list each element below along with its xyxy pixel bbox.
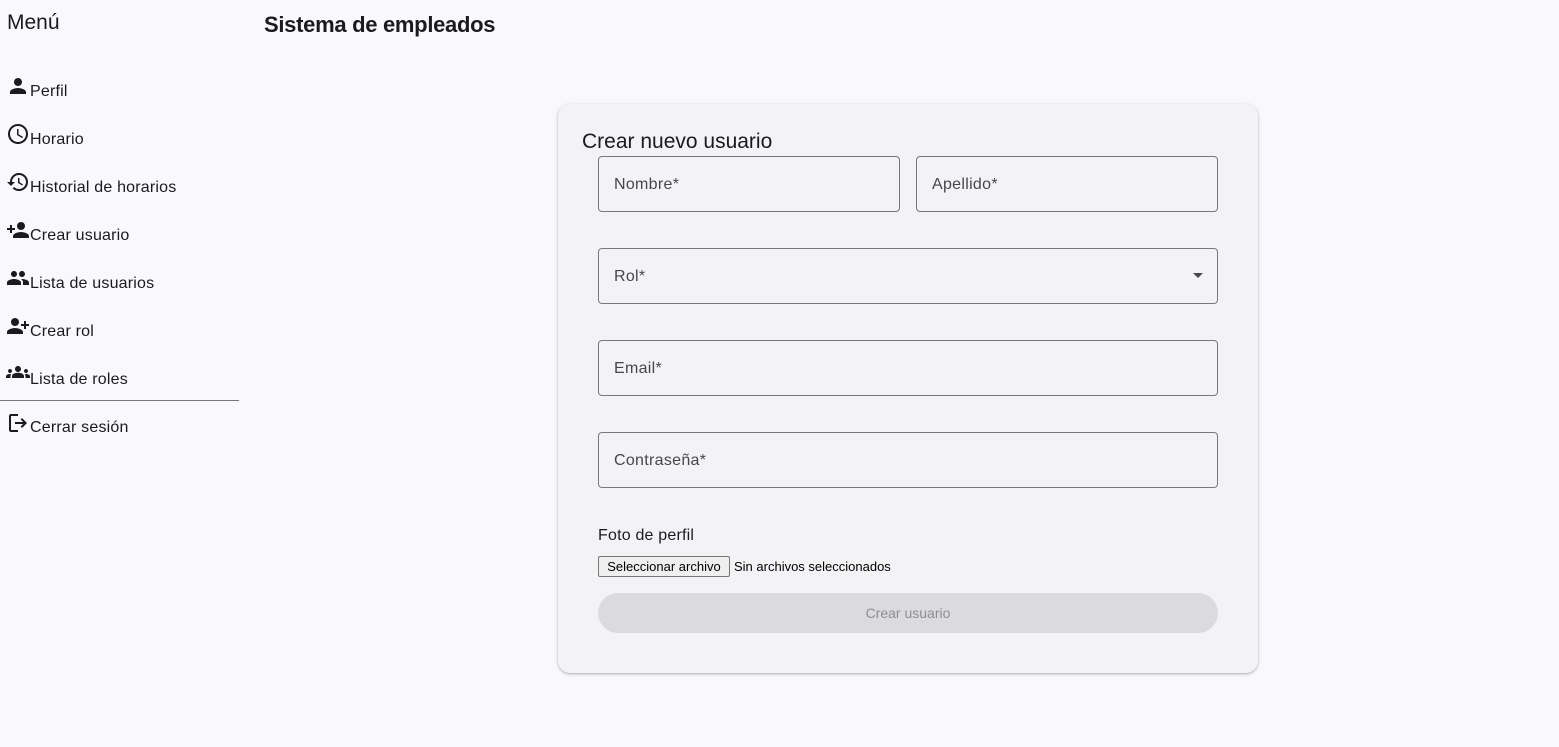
people-icon [6,266,30,290]
group-add-icon [6,314,30,338]
clock-icon [6,122,30,146]
email-field[interactable]: Email* [598,340,1218,396]
history-icon [6,170,30,194]
person-add-icon [6,218,30,242]
email-placeholder: Email* [614,360,663,377]
sidebar: Menú Perfil Horario Historial de horario… [0,0,239,747]
sidebar-item-label: Horario [30,131,84,148]
first-name-placeholder: Nombre* [614,176,680,193]
sidebar-item-lista-roles[interactable]: Lista de roles [0,360,239,400]
create-user-button[interactable]: Crear usuario [598,593,1218,633]
role-select[interactable]: Rol* [598,248,1218,304]
sidebar-item-label: Lista de roles [30,371,128,388]
sidebar-item-label: Crear usuario [30,227,130,244]
sidebar-divider [0,400,239,401]
sidebar-item-perfil[interactable]: Perfil [0,72,239,112]
page-title: Sistema de empleados [264,12,496,37]
password-placeholder: Contraseña* [614,452,707,469]
sidebar-item-historial[interactable]: Historial de horarios [0,168,239,208]
sidebar-item-label: Cerrar sesión [30,419,129,436]
sidebar-item-cerrar-sesion[interactable]: Cerrar sesión [0,408,239,448]
sidebar-item-horario[interactable]: Horario [0,120,239,160]
sidebar-item-label: Crear rol [30,323,95,340]
first-name-field[interactable]: Nombre* [598,156,900,212]
logout-icon [6,411,30,435]
sidebar-item-crear-rol[interactable]: Crear rol [0,312,239,352]
person-icon [6,74,30,98]
file-status: Sin archivos seleccionados [734,559,891,574]
last-name-placeholder: Apellido* [932,176,998,193]
password-field[interactable]: Contraseña* [598,432,1218,488]
photo-label: Foto de perfil [598,527,695,544]
last-name-field[interactable]: Apellido* [916,156,1218,212]
role-placeholder: Rol* [614,268,646,285]
form-title: Crear nuevo usuario [582,130,773,153]
sidebar-item-label: Historial de horarios [30,179,177,196]
sidebar-item-crear-usuario[interactable]: Crear usuario [0,216,239,256]
sidebar-item-lista-usuarios[interactable]: Lista de usuarios [0,264,239,304]
choose-file-button[interactable]: Seleccionar archivo [598,556,730,577]
create-user-card: Crear nuevo usuario Nombre* Apellido* Ro… [558,104,1258,673]
sidebar-item-label: Lista de usuarios [30,275,155,292]
menu-title: Menú [7,11,60,34]
groups-icon [6,360,30,384]
dropdown-arrow-icon [1193,273,1203,278]
sidebar-item-label: Perfil [30,83,68,100]
